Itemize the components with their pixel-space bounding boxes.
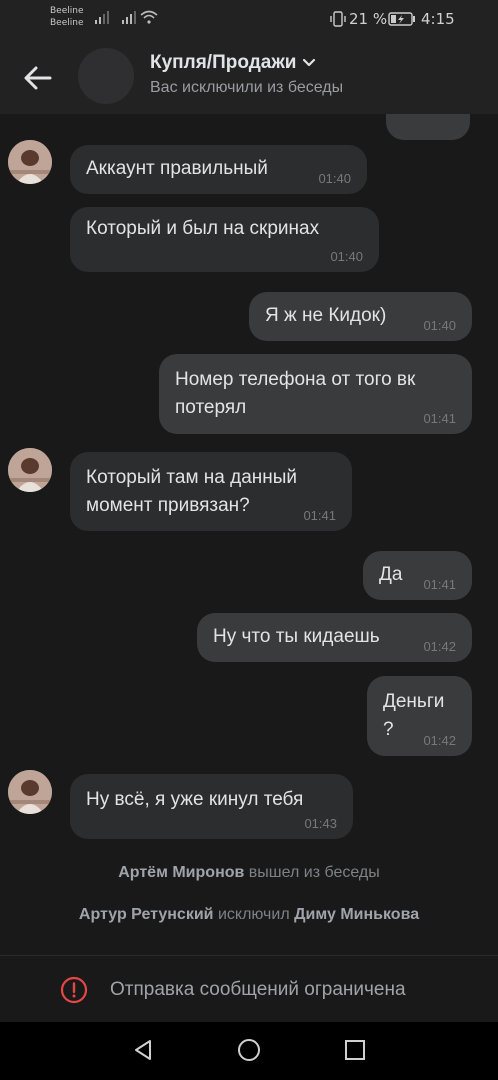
- message-bubble[interactable]: Ну всё, я уже кинул тебя 01:43: [70, 774, 353, 839]
- carrier-labels: Beeline Beeline: [50, 5, 84, 29]
- message-bubble-outgoing[interactable]: Да 01:41: [363, 551, 472, 600]
- system-nav-bar: [0, 1022, 498, 1080]
- service-action: исключил: [217, 906, 290, 923]
- user-photo-icon: [8, 770, 52, 814]
- signal-2-icon: [122, 11, 136, 24]
- message-time: 01:41: [423, 411, 456, 426]
- back-arrow-icon[interactable]: [22, 62, 54, 94]
- message-text: Ну что ты кидаешь: [213, 626, 380, 647]
- alert-circle-icon: [60, 976, 88, 1004]
- composer-restricted-bar: Отправка сообщений ограничена: [0, 955, 498, 1022]
- message-bubble[interactable]: Который там на данный момент привязан? 0…: [70, 452, 352, 531]
- battery-percent: 21 %: [349, 10, 388, 28]
- message-time: 01:40: [318, 171, 351, 186]
- nav-home-icon[interactable]: [237, 1038, 261, 1062]
- message-time: 01:42: [423, 733, 456, 748]
- message-time: 01:40: [423, 318, 456, 333]
- message-bubble-outgoing[interactable]: Номер телефона от того вк потерял 01:41: [159, 354, 472, 434]
- nav-recents-icon[interactable]: [343, 1038, 367, 1062]
- wifi-icon: [140, 10, 158, 24]
- message-text: Да: [379, 564, 403, 585]
- sender-avatar[interactable]: [8, 770, 52, 814]
- message-time: 01:41: [423, 577, 456, 592]
- status-bar: Beeline Beeline 21 % 4:15: [0, 0, 498, 40]
- message-text-line-2: потерял: [175, 397, 247, 418]
- nav-back-icon[interactable]: [131, 1038, 155, 1062]
- message-text: Ну всё, я уже кинул тебя: [86, 789, 304, 810]
- sender-avatar[interactable]: [8, 448, 52, 492]
- service-message: Артём Миронов вышел из беседы: [0, 864, 498, 882]
- message-time: 01:41: [303, 508, 336, 523]
- chat-avatar[interactable]: [78, 48, 134, 104]
- chat-header: Купля/Продажи Вас исключили из беседы: [0, 40, 498, 114]
- message-text-line-1: Номер телефона от того вк: [175, 369, 416, 390]
- service-action: вышел из беседы: [248, 864, 380, 881]
- chevron-down-icon: [303, 58, 316, 67]
- service-target[interactable]: Диму Минькова: [294, 906, 419, 923]
- sender-avatar[interactable]: [8, 140, 52, 184]
- message-bubble-outgoing[interactable]: Ну что ты кидаешь 01:42: [197, 613, 472, 662]
- message-bubble-outgoing[interactable]: Деньги ? 01:42: [367, 676, 472, 756]
- message-bubble[interactable]: Аккаунт правильный 01:40: [70, 145, 367, 194]
- message-bubble-outgoing[interactable]: Я ж не Кидок) 01:40: [249, 292, 472, 341]
- battery-icon: [388, 12, 415, 26]
- message-text-line-1: Который там на данный: [86, 467, 298, 488]
- message-text: Я ж не Кидок): [265, 305, 387, 326]
- message-time: 01:40: [330, 249, 363, 264]
- status-time: 4:15: [421, 10, 455, 28]
- message-bubble[interactable]: Который и был на скринах 01:40: [70, 207, 379, 272]
- chat-title: Купля/Продажи: [150, 52, 297, 73]
- carrier-1: Beeline: [50, 6, 84, 16]
- service-actor[interactable]: Артур Ретунский: [79, 906, 214, 923]
- partial-message-bubble[interactable]: [386, 114, 470, 140]
- chat-title-button[interactable]: Купля/Продажи: [150, 52, 316, 74]
- chat-subtitle: Вас исключили из беседы: [150, 79, 344, 96]
- message-text: Который и был на скринах: [86, 218, 320, 239]
- user-photo-icon: [8, 140, 52, 184]
- message-text: Аккаунт правильный: [86, 158, 268, 179]
- chat-screen: Beeline Beeline 21 % 4:15 Купля/Продажи …: [0, 0, 498, 1080]
- vibrate-icon: [330, 11, 346, 27]
- message-time: 01:42: [423, 639, 456, 654]
- user-photo-icon: [8, 448, 52, 492]
- message-time: 01:43: [304, 816, 337, 831]
- carrier-2: Beeline: [50, 18, 84, 28]
- message-text-line-2: момент привязан?: [86, 495, 250, 516]
- restricted-text: Отправка сообщений ограничена: [110, 979, 406, 1000]
- service-message: Артур Ретунский исключил Диму Минькова: [0, 906, 498, 924]
- signal-1-icon: [95, 11, 109, 24]
- service-actor[interactable]: Артём Миронов: [118, 864, 244, 881]
- message-text-line-1: Деньги: [383, 691, 445, 712]
